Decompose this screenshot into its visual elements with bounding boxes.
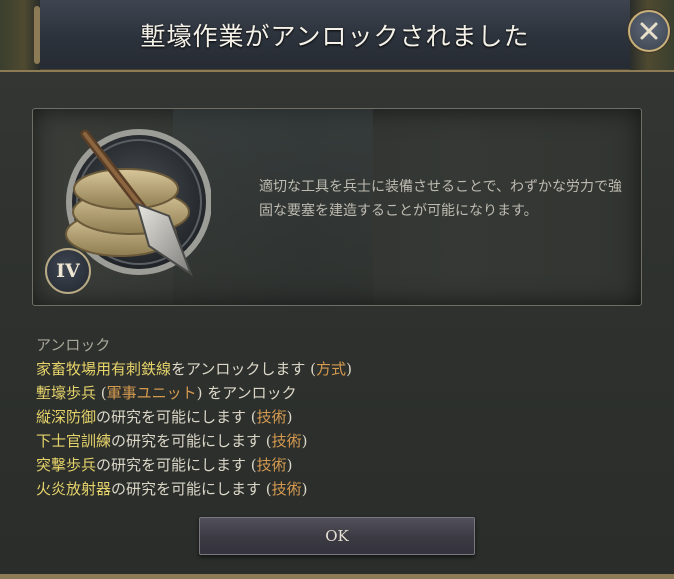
technology-panel: IV 適切な工具を兵士に装備させることで、わずかな労力で強固な要塞を建造すること… bbox=[32, 108, 642, 306]
effect-text: をアンロックします ( bbox=[171, 360, 317, 378]
effect-text-end: ) をアンロック bbox=[196, 384, 297, 402]
effect-text-end: ) bbox=[286, 456, 293, 474]
technology-description: 適切な工具を兵士に装備させることで、わずかな労力で強固な要塞を建造することが可能… bbox=[259, 179, 623, 219]
effect-line: 塹壕歩兵 (軍事ユニット) をアンロック bbox=[36, 381, 636, 405]
effect-tag[interactable]: 技術 bbox=[272, 432, 302, 450]
effect-tag[interactable]: 軍事ユニット bbox=[107, 384, 197, 402]
effect-tag[interactable]: 技術 bbox=[272, 480, 302, 498]
unlock-dialog: 塹壕作業がアンロックされました IV 適切な工具を兵士に装備させることで、わずか… bbox=[0, 0, 674, 579]
effect-name[interactable]: 家畜牧場用有刺鉄線 bbox=[36, 360, 171, 378]
effect-line: 火炎放射器の研究を可能にします (技術) bbox=[36, 477, 636, 501]
effect-text: の研究を可能にします ( bbox=[96, 408, 257, 426]
dialog-title: 塹壕作業がアンロックされました bbox=[140, 22, 530, 51]
effect-text: の研究を可能にします ( bbox=[111, 432, 272, 450]
effect-name[interactable]: 火炎放射器 bbox=[36, 480, 111, 498]
effect-tag[interactable]: 方式 bbox=[316, 360, 346, 378]
effect-name[interactable]: 縦深防御 bbox=[36, 408, 96, 426]
title-corner-ornament-left bbox=[0, 0, 40, 70]
effect-text-end: ) bbox=[301, 480, 308, 498]
effect-line: 突撃歩兵の研究を可能にします (技術) bbox=[36, 453, 636, 477]
effect-text: ( bbox=[96, 384, 107, 402]
effect-tag[interactable]: 技術 bbox=[257, 456, 287, 474]
effect-name[interactable]: 塹壕歩兵 bbox=[36, 384, 96, 402]
effect-tag[interactable]: 技術 bbox=[257, 408, 287, 426]
effect-line: 家畜牧場用有刺鉄線をアンロックします (方式) bbox=[36, 357, 636, 381]
close-x-icon bbox=[640, 22, 658, 40]
effect-text: の研究を可能にします ( bbox=[111, 480, 272, 498]
bottom-frame-edge bbox=[0, 574, 674, 579]
effect-line: 下士官訓練の研究を可能にします (技術) bbox=[36, 429, 636, 453]
effects-header: アンロック bbox=[36, 336, 111, 354]
effect-text-end: ) bbox=[301, 432, 308, 450]
tier-badge: IV bbox=[45, 248, 91, 294]
effect-text-end: ) bbox=[286, 408, 293, 426]
ok-button[interactable]: OK bbox=[199, 517, 475, 555]
unlock-effects: アンロック 家畜牧場用有刺鉄線をアンロックします (方式) 塹壕歩兵 (軍事ユニ… bbox=[36, 333, 636, 501]
effect-name[interactable]: 突撃歩兵 bbox=[36, 456, 96, 474]
effect-text: の研究を可能にします ( bbox=[96, 456, 257, 474]
effect-name[interactable]: 下士官訓練 bbox=[36, 432, 111, 450]
effect-line: 縦深防御の研究を可能にします (技術) bbox=[36, 405, 636, 429]
effect-text-end: ) bbox=[346, 360, 352, 378]
title-bar: 塹壕作業がアンロックされました bbox=[0, 0, 674, 72]
close-button[interactable] bbox=[628, 10, 670, 52]
